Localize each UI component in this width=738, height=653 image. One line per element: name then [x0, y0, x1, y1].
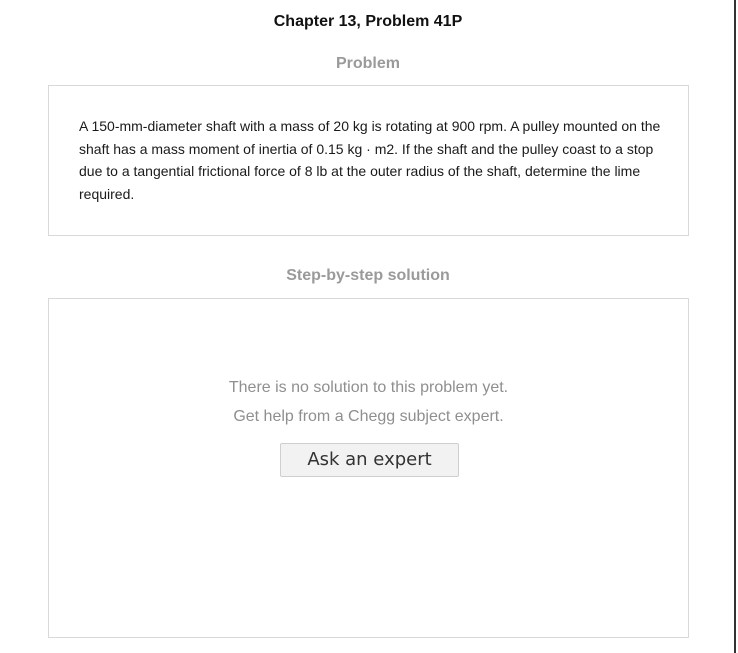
page: Chapter 13, Problem 41P Problem A 150-mm…: [0, 0, 736, 653]
ask-expert-button[interactable]: Ask an expert: [280, 443, 459, 477]
solution-box: There is no solution to this problem yet…: [48, 298, 689, 638]
problem-text: A 150-mm-diameter shaft with a mass of 2…: [79, 118, 661, 202]
problem-heading: Problem: [335, 55, 400, 72]
no-solution-message: There is no solution to this problem yet…: [49, 373, 688, 431]
page-title: Chapter 13, Problem 41P: [273, 13, 463, 30]
no-solution-line: There is no solution to this problem yet…: [228, 379, 509, 396]
solution-heading: Step-by-step solution: [286, 267, 450, 284]
expert-help-line: Get help from a Chegg subject expert.: [233, 408, 504, 425]
problem-box: A 150-mm-diameter shaft with a mass of 2…: [48, 85, 689, 236]
